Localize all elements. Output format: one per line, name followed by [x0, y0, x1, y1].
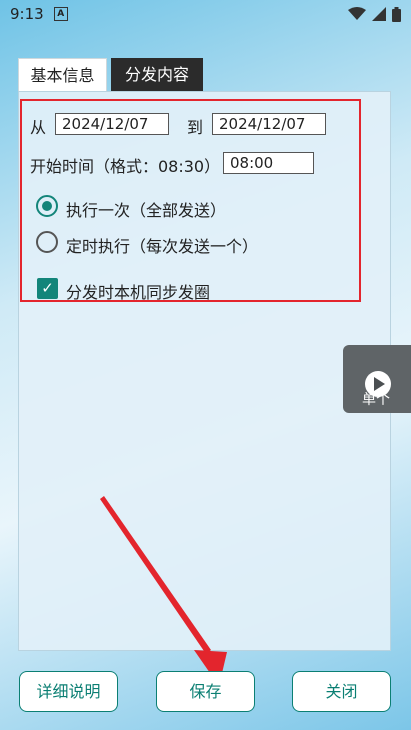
tab-distribute-content[interactable]: 分发内容 — [111, 58, 203, 91]
start-time-input[interactable] — [223, 152, 314, 174]
status-time: 9:13 — [10, 5, 44, 23]
to-label: 到 — [187, 118, 204, 137]
notification-a-icon: A — [53, 7, 68, 21]
radio-scheduled-label: 定时执行（每次发送一个） — [66, 237, 259, 256]
tab-basic-info[interactable]: 基本信息 — [18, 58, 107, 91]
status-bar: 9:13 A — [0, 0, 411, 28]
wifi-icon — [348, 7, 366, 20]
status-right — [348, 6, 401, 22]
sync-checkbox-label: 分发时本机同步发圈 — [66, 283, 211, 302]
radio-scheduled-indicator[interactable] — [36, 231, 58, 253]
checkbox-check-icon[interactable]: ✓ — [37, 278, 58, 299]
radio-once-indicator[interactable] — [36, 195, 58, 217]
detail-button[interactable]: 详细说明 — [19, 671, 118, 712]
radio-once-label: 执行一次（全部发送） — [66, 201, 227, 220]
signal-icon — [372, 7, 386, 21]
floating-button-label: 单个 — [362, 392, 390, 408]
start-time-label: 开始时间（格式：08:30） — [30, 157, 221, 176]
to-date-input[interactable] — [212, 113, 326, 135]
save-button[interactable]: 保存 — [156, 671, 255, 712]
from-date-input[interactable] — [55, 113, 169, 135]
close-button[interactable]: 关闭 — [292, 671, 391, 712]
battery-icon — [392, 6, 401, 22]
status-left: 9:13 A — [10, 5, 68, 23]
from-label: 从 — [30, 118, 47, 137]
floating-single-button[interactable]: 单个 — [343, 345, 411, 413]
